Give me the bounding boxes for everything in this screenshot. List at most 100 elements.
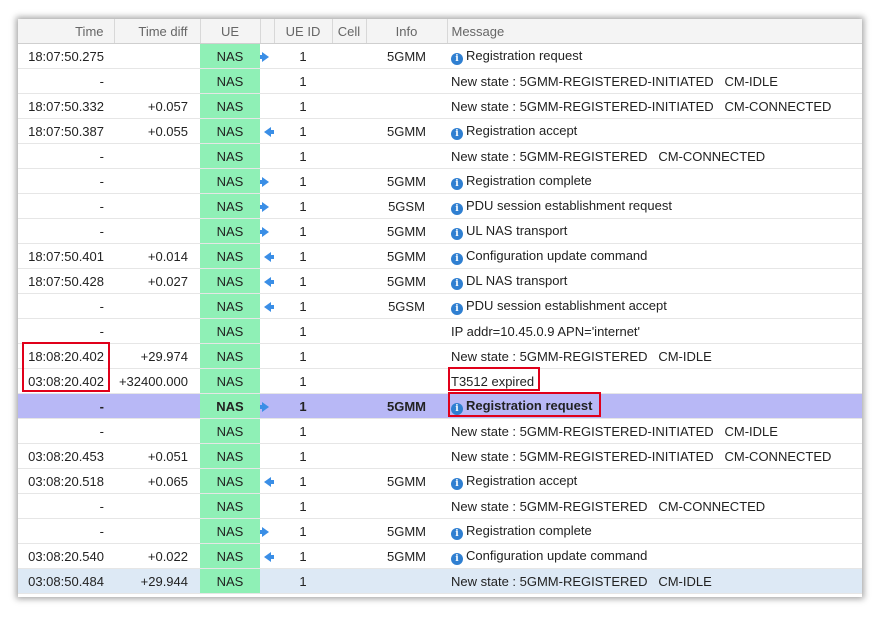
- col-header-info[interactable]: Info: [366, 19, 448, 44]
- direction-cell: [260, 293, 274, 319]
- info-cell: [366, 443, 447, 469]
- cell-id-cell: [332, 443, 366, 469]
- downlink-arrow-icon: [263, 477, 274, 488]
- ue-cell: NAS: [200, 243, 260, 269]
- time-cell: 03:08:50.484: [18, 568, 114, 594]
- info-icon[interactable]: i: [451, 277, 463, 290]
- info-cell: [366, 418, 447, 444]
- ue-id-cell: 1: [274, 468, 332, 494]
- ue-cell: NAS: [200, 68, 260, 94]
- message-cell: New state : 5GMM-REGISTERED-INITIATED CM…: [447, 93, 862, 119]
- ue-id-cell: 1: [274, 568, 332, 594]
- direction-cell: [260, 268, 274, 294]
- direction-cell: [260, 443, 274, 469]
- info-icon[interactable]: i: [451, 227, 463, 240]
- message-cell: New state : 5GMM-REGISTERED-INITIATED CM…: [447, 443, 862, 469]
- message-text: Registration accept: [466, 122, 578, 138]
- ue-cell: NAS: [200, 293, 260, 319]
- message-text: T3512 expired: [451, 373, 535, 389]
- table-row[interactable]: 18:07:50.275 NAS 1 5GMM i Registration reques…: [18, 43, 862, 69]
- col-header-direction[interactable]: [260, 19, 275, 44]
- message-text: Registration request: [466, 397, 593, 413]
- table-row[interactable]: - NAS 1 5GMM i UL NAS transport: [18, 218, 862, 244]
- table-row[interactable]: 18:07:50.401 +0.014 NAS 1 5GMM i Configuration…: [18, 243, 862, 269]
- ue-id-cell: 1: [274, 68, 332, 94]
- time-cell: -: [18, 518, 114, 544]
- info-icon[interactable]: i: [451, 202, 463, 215]
- ue-cell: NAS: [200, 468, 260, 494]
- ue-id-cell: 1: [274, 393, 332, 419]
- table-row[interactable]: 03:08:20.518 +0.065 NAS 1 5GMM i Registration …: [18, 468, 862, 494]
- col-header-ue-id[interactable]: UE ID: [274, 19, 333, 44]
- table-row[interactable]: 03:08:20.540 +0.022 NAS 1 5GMM i Configuration…: [18, 543, 862, 569]
- table-row[interactable]: - NAS 1 5GMM i Registration complete: [18, 168, 862, 194]
- ue-cell: NAS: [200, 418, 260, 444]
- direction-cell: [260, 118, 274, 144]
- info-cell: 5GMM: [366, 268, 447, 294]
- table-row[interactable]: - NAS 1 IP addr=10.45.0.9 APN='internet': [18, 318, 862, 344]
- table-row[interactable]: 03:08:50.484 +29.944 NAS 1 New state : 5GMM-…: [18, 568, 862, 594]
- message-cell: New state : 5GMM-REGISTERED CM-IDLE: [447, 568, 862, 594]
- info-cell: 5GMM: [366, 218, 447, 244]
- table-row[interactable]: 18:07:50.428 +0.027 NAS 1 5GMM i DL NAS transp…: [18, 268, 862, 294]
- uplink-arrow-icon: [260, 52, 269, 63]
- direction-cell: [260, 168, 274, 194]
- time-cell: 18:07:50.332: [18, 93, 114, 119]
- info-cell: [366, 368, 447, 394]
- table-row[interactable]: - NAS 1 New state : 5GMM-REGISTERED CM-CONN…: [18, 143, 862, 169]
- time-cell: -: [18, 218, 114, 244]
- direction-cell: [260, 518, 274, 544]
- table-row[interactable]: 18:07:50.387 +0.055 NAS 1 5GMM i Registration …: [18, 118, 862, 144]
- table-row[interactable]: - NAS 1 5GSM i PDU session establishment acce…: [18, 293, 862, 319]
- time-cell: -: [18, 318, 114, 344]
- cell-id-cell: [332, 243, 366, 269]
- table-row[interactable]: - NAS 1 5GMM i Registration request: [18, 393, 862, 419]
- info-cell: 5GMM: [366, 118, 447, 144]
- time-diff-cell: +0.065: [114, 468, 200, 494]
- ue-cell: NAS: [200, 368, 260, 394]
- table-row[interactable]: 18:08:20.402 +29.974 NAS 1 New state : 5GMM-…: [18, 343, 862, 369]
- time-cell: -: [18, 418, 114, 444]
- ue-cell: NAS: [200, 393, 260, 419]
- info-cell: [366, 93, 447, 119]
- info-icon[interactable]: i: [451, 52, 463, 65]
- info-icon[interactable]: i: [451, 552, 463, 565]
- table-row[interactable]: - NAS 1 New state : 5GMM-REGISTERED CM-CONN…: [18, 493, 862, 519]
- info-icon[interactable]: i: [451, 477, 463, 490]
- time-diff-cell: [114, 218, 200, 244]
- table-row[interactable]: - NAS 1 New state : 5GMM-REGISTERED-INITIAT…: [18, 418, 862, 444]
- time-cell: 18:08:20.402: [18, 343, 114, 369]
- message-text: Configuration update command: [466, 247, 648, 263]
- info-icon[interactable]: i: [451, 402, 463, 415]
- message-text: Registration accept: [466, 472, 578, 488]
- time-diff-cell: [114, 493, 200, 519]
- col-header-cell[interactable]: Cell: [332, 19, 367, 44]
- table-row[interactable]: 03:08:20.453 +0.051 NAS 1 New state : 5GMM-R…: [18, 443, 862, 469]
- info-icon[interactable]: i: [451, 252, 463, 265]
- info-icon[interactable]: i: [451, 127, 463, 140]
- col-header-time[interactable]: Time: [18, 19, 115, 44]
- time-diff-cell: [114, 393, 200, 419]
- ue-cell: NAS: [200, 343, 260, 369]
- table-row[interactable]: - NAS 1 5GSM i PDU session establishment requ…: [18, 193, 862, 219]
- table-row[interactable]: - NAS 1 New state : 5GMM-REGISTERED-INITIAT…: [18, 68, 862, 94]
- time-diff-cell: [114, 143, 200, 169]
- col-header-message[interactable]: Message: [447, 19, 862, 44]
- info-icon[interactable]: i: [451, 177, 463, 190]
- time-diff-cell: [114, 518, 200, 544]
- table-row[interactable]: 18:07:50.332 +0.057 NAS 1 New state : 5GMM-R…: [18, 93, 862, 119]
- message-cell: i Configuration update command: [447, 243, 862, 269]
- uplink-arrow-icon: [260, 402, 269, 413]
- message-text: Configuration update command: [466, 547, 648, 563]
- ue-id-cell: 1: [274, 118, 332, 144]
- ue-cell: NAS: [200, 143, 260, 169]
- table-row[interactable]: 03:08:20.402 +32400.000 NAS 1 T3512 expired: [18, 368, 862, 394]
- direction-cell: [260, 243, 274, 269]
- info-icon[interactable]: i: [451, 302, 463, 315]
- col-header-ue[interactable]: UE: [200, 19, 261, 44]
- col-header-time-diff[interactable]: Time diff: [114, 19, 201, 44]
- message-cell: i Registration accept: [447, 468, 862, 494]
- info-icon[interactable]: i: [451, 527, 463, 540]
- table-row[interactable]: - NAS 1 5GMM i Registration complete: [18, 518, 862, 544]
- info-cell: 5GMM: [366, 168, 447, 194]
